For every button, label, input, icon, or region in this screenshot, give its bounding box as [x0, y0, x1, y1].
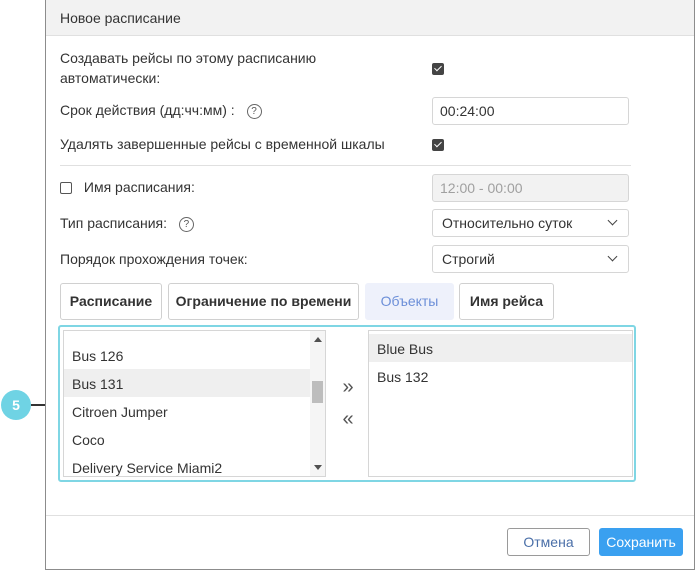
help-icon[interactable]: ? — [178, 216, 194, 232]
point-order-value: Строгий — [442, 251, 495, 267]
list-item[interactable]: Blue Bus — [369, 334, 632, 362]
validity-label: Срок действия (дд:чч:мм) : — [60, 102, 235, 118]
list-item[interactable]: Coco — [64, 425, 312, 453]
schedule-type-row: Тип расписания: ? — [60, 213, 194, 233]
scrollbar[interactable] — [310, 331, 325, 476]
cancel-button[interactable]: Отмена — [507, 528, 590, 556]
schedule-name-input[interactable]: 12:00 - 00:00 — [432, 174, 629, 202]
list-item[interactable]: Bus 126 — [64, 341, 312, 369]
schedule-type-label: Тип расписания: — [60, 215, 168, 231]
schedule-name-label: Имя расписания: — [83, 179, 195, 195]
schedule-name-checkbox[interactable] — [60, 182, 72, 195]
validity-row: Срок действия (дд:чч:мм) : ? — [60, 100, 262, 120]
point-order-select[interactable]: Строгий — [432, 245, 629, 273]
scroll-thumb[interactable] — [312, 381, 323, 403]
separator — [60, 165, 631, 166]
scroll-down-icon[interactable] — [314, 465, 322, 470]
list-item[interactable]: Citroen Jumper — [64, 397, 312, 425]
help-icon[interactable]: ? — [246, 103, 262, 119]
tab-schedule[interactable]: Расписание — [60, 283, 162, 320]
chevron-down-icon — [607, 215, 618, 226]
list-item[interactable]: Delivery Service Miami2 — [64, 453, 312, 476]
schedule-type-value: Относительно суток — [442, 215, 573, 231]
point-order-label: Порядок прохождения точек: — [60, 251, 248, 267]
auto-create-label: Создавать рейсы по этому расписанию авто… — [60, 50, 317, 86]
footer-divider — [46, 515, 694, 516]
schedule-type-select[interactable]: Относительно суток — [432, 209, 629, 237]
tab-time-limit[interactable]: Ограничение по времени — [168, 283, 359, 320]
dialog-title: Новое расписание — [46, 0, 694, 36]
selected-units-list[interactable]: Blue Bus Bus 132 — [368, 330, 633, 477]
schedule-name-row: Имя расписания: — [60, 177, 195, 197]
scroll-up-icon[interactable] — [314, 337, 322, 342]
list-item[interactable]: Bus 132 — [369, 362, 632, 390]
available-units-list[interactable]: Bus 126 Bus 131 Citroen Jumper Coco Deli… — [63, 330, 326, 477]
units-lists-panel: Bus 126 Bus 131 Citroen Jumper Coco Deli… — [58, 325, 636, 482]
chevron-down-icon — [607, 251, 618, 262]
add-units-button[interactable]: » — [337, 377, 359, 399]
callout-badge: 5 — [1, 390, 31, 420]
delete-completed-label: Удалять завершенные рейсы с временной шк… — [60, 136, 385, 152]
save-button[interactable]: Сохранить — [599, 528, 683, 556]
validity-input[interactable]: 00:24:00 — [432, 97, 629, 125]
new-schedule-dialog: Новое расписание Создавать рейсы по этом… — [45, 0, 695, 570]
tab-units[interactable]: Объекты — [365, 283, 454, 320]
delete-completed-checkbox[interactable] — [432, 139, 444, 151]
auto-create-checkbox[interactable] — [432, 63, 444, 75]
remove-units-button[interactable]: « — [337, 409, 359, 431]
list-item[interactable]: Bus 131 — [64, 369, 312, 397]
tab-ride-name[interactable]: Имя рейса — [459, 283, 554, 320]
